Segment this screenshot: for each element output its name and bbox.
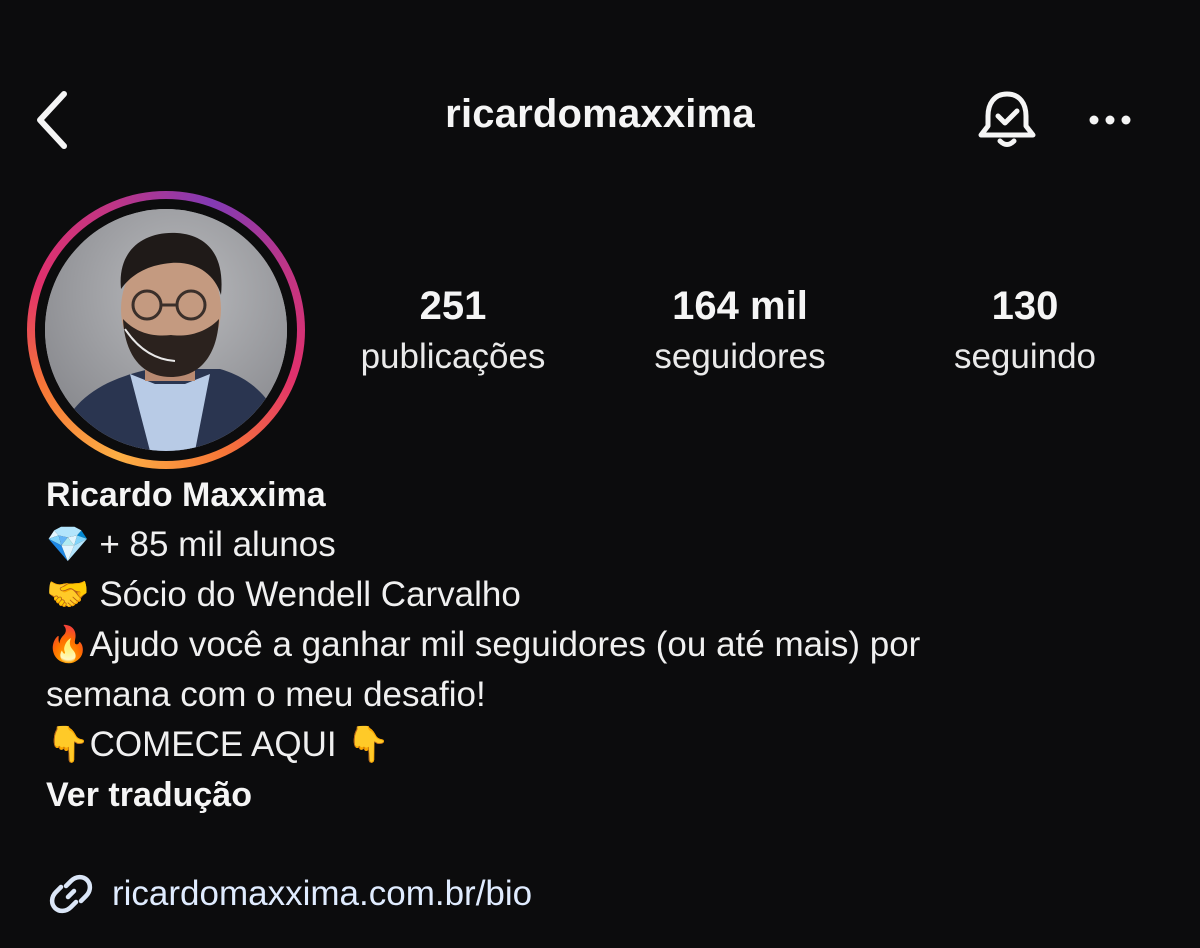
more-horizontal-icon	[1089, 115, 1131, 125]
bio-text: + 85 mil alunos	[89, 525, 336, 564]
fire-emoji-icon: 🔥	[46, 625, 90, 665]
more-options-button[interactable]	[1082, 100, 1142, 140]
bio-line: 👇COMECE AQUI 👇	[46, 720, 1166, 770]
stat-value: 130	[991, 284, 1059, 328]
gem-emoji-icon: 💎	[46, 525, 90, 565]
avatar	[45, 209, 287, 451]
profile-website-link[interactable]: ricardomaxxima.com.br/bio	[46, 866, 532, 922]
profile-bio: Ricardo Maxxima 💎 + 85 mil alunos 🤝 Sóci…	[46, 470, 1166, 820]
bio-line: 💎 + 85 mil alunos	[46, 520, 1166, 570]
bio-text: semana com o meu desafio!	[46, 675, 486, 714]
stat-label: seguindo	[953, 337, 1097, 376]
avatar-portrait	[45, 209, 287, 451]
stat-posts[interactable]: 251 publicações	[340, 282, 566, 382]
link-icon	[49, 874, 93, 914]
stat-value: 164 mil	[672, 284, 808, 328]
stat-label: seguidores	[654, 337, 826, 376]
bio-line: 🤝 Sócio do Wendell Carvalho	[46, 570, 1166, 620]
stat-following[interactable]: 130 seguindo	[930, 282, 1120, 382]
stat-label: publicações	[360, 337, 546, 376]
bio-text: Sócio do Wendell Carvalho	[89, 575, 521, 614]
bio-line: 🔥Ajudo você a ganhar mil seguidores (ou …	[46, 620, 1166, 670]
profile-website-url: ricardomaxxima.com.br/bio	[112, 874, 533, 913]
bio-text: COMECE AQUI	[89, 725, 347, 764]
see-translation-link[interactable]: Ver tradução	[46, 770, 1166, 820]
notifications-button[interactable]	[972, 84, 1042, 154]
profile-avatar-story-ring[interactable]	[27, 191, 305, 469]
handshake-emoji-icon: 🤝	[46, 575, 90, 615]
pointing-down-emoji-icon: 👇	[46, 725, 90, 765]
pointing-down-emoji-icon: 👇	[346, 725, 390, 765]
bell-check-icon	[978, 91, 1036, 147]
bio-line: semana com o meu desafio!	[46, 670, 1166, 720]
display-name: Ricardo Maxxima	[46, 476, 326, 514]
top-bar: ricardomaxxima	[0, 70, 1200, 170]
bio-text: Ajudo você a ganhar mil seguidores (ou a…	[89, 625, 921, 664]
stat-followers[interactable]: 164 mil seguidores	[630, 282, 850, 382]
stat-value: 251	[419, 284, 487, 328]
